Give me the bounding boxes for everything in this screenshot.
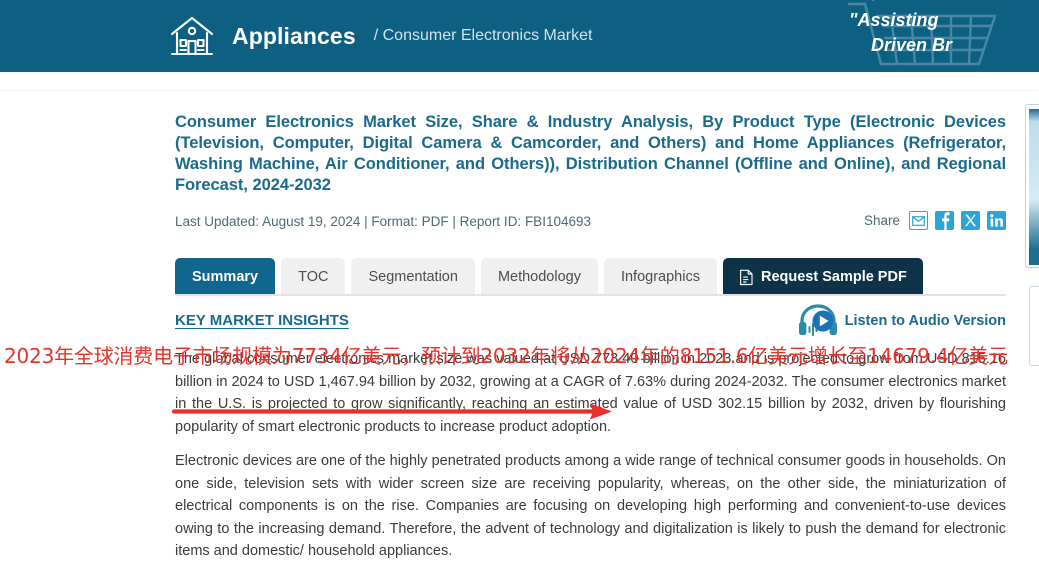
breadcrumb[interactable]: / Consumer Electronics Market bbox=[374, 27, 593, 45]
share-group: Share bbox=[864, 211, 1006, 230]
request-sample-pdf-button[interactable]: Request Sample PDF bbox=[722, 258, 923, 296]
x-glyph bbox=[965, 214, 977, 227]
tabs-underline bbox=[175, 294, 1006, 296]
header-divider bbox=[0, 90, 1039, 91]
header-brand-group: Appliances / Consumer Electronics Market bbox=[168, 0, 592, 72]
header-tagline: "Assisting Driven Br bbox=[849, 8, 1039, 58]
tagline-line-2: Driven Br bbox=[871, 35, 953, 55]
envelope-glyph bbox=[912, 215, 925, 226]
tab-summary-label: Summary bbox=[192, 269, 259, 285]
tab-infographics-label: Infographics bbox=[620, 269, 700, 285]
house-icon bbox=[170, 16, 214, 56]
key-market-insights-heading[interactable]: KEY MARKET INSIGHTS bbox=[175, 312, 349, 329]
side-panel-accent-strip bbox=[1029, 109, 1039, 265]
share-label: Share bbox=[863, 213, 900, 228]
right-side-panel-secondary[interactable] bbox=[1029, 286, 1039, 366]
summary-paragraph-2: Electronic devices are one of the highly… bbox=[175, 453, 1006, 559]
facebook-glyph bbox=[942, 212, 950, 230]
listen-to-audio-label: Listen to Audio Version bbox=[844, 313, 1006, 329]
linkedin-glyph bbox=[990, 214, 1003, 227]
tab-summary[interactable]: Summary bbox=[175, 258, 276, 296]
page-title: Consumer Electronics Market Size, Share … bbox=[175, 113, 1006, 194]
brand-name[interactable]: Appliances bbox=[232, 23, 356, 50]
report-meta-row: Last Updated: August 19, 2024 | Format: … bbox=[175, 211, 1006, 238]
tab-toc-label: TOC bbox=[298, 269, 329, 285]
facebook-icon[interactable] bbox=[935, 211, 954, 230]
request-sample-pdf-label: Request Sample PDF bbox=[760, 269, 907, 285]
listen-to-audio-button[interactable]: Listen to Audio Version bbox=[797, 304, 1006, 338]
x-twitter-icon[interactable] bbox=[961, 211, 980, 230]
tagline-line-1: "Assisting bbox=[849, 10, 939, 30]
key-market-insights-row: KEY MARKET INSIGHTS Listen to Audio Vers… bbox=[175, 304, 1006, 338]
report-tabs: Summary TOC Segmentation Methodology Inf… bbox=[175, 256, 1006, 296]
tab-segmentation[interactable]: Segmentation bbox=[351, 258, 475, 296]
page-root: "Assisting Driven Br Appliances / Consum… bbox=[0, 0, 1039, 567]
tab-methodology-label: Methodology bbox=[497, 269, 581, 285]
site-header: "Assisting Driven Br Appliances / Consum… bbox=[0, 0, 1039, 72]
tab-methodology[interactable]: Methodology bbox=[480, 258, 598, 296]
linkedin-icon[interactable] bbox=[987, 211, 1006, 230]
document-pdf-icon bbox=[739, 269, 753, 285]
summary-paragraph-1: The global consumer electronics market s… bbox=[175, 351, 1006, 435]
tab-infographics[interactable]: Infographics bbox=[603, 258, 717, 296]
tab-segmentation-label: Segmentation bbox=[368, 269, 458, 285]
headphones-play-icon bbox=[798, 304, 837, 336]
right-side-panel[interactable] bbox=[1025, 104, 1039, 268]
main-content: Consumer Electronics Market Size, Share … bbox=[175, 112, 1006, 563]
email-icon[interactable] bbox=[909, 211, 928, 230]
tab-toc[interactable]: TOC bbox=[281, 258, 346, 296]
